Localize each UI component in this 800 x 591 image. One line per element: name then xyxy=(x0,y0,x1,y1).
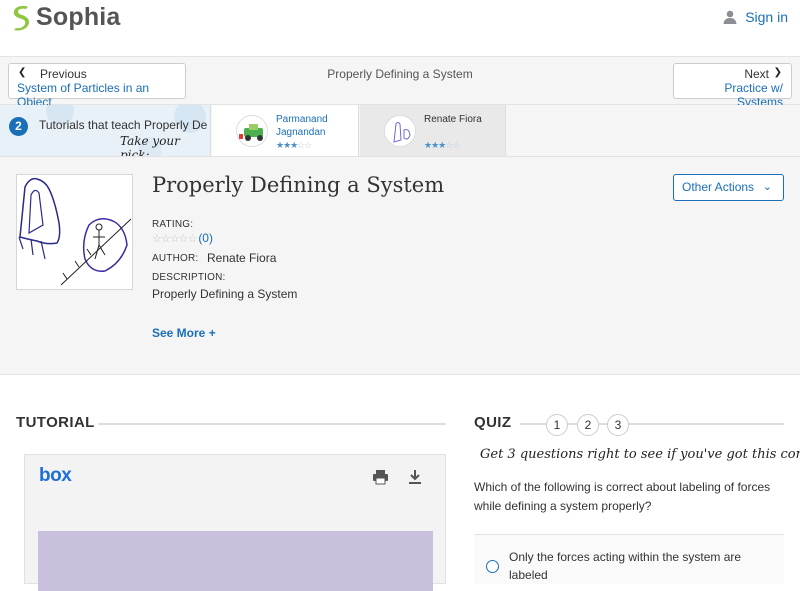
tutorial-count-badge: 2 xyxy=(9,117,28,136)
document-viewer[interactable]: box xyxy=(24,454,446,591)
chevron-down-icon: ⌄ xyxy=(762,181,772,193)
quiz-step-3: 3 xyxy=(607,414,629,436)
description-value: Properly Defining a System xyxy=(152,287,298,301)
section-divider xyxy=(632,423,784,425)
page-title: Properly Defining a System xyxy=(152,173,445,197)
tutorial-card-selected[interactable]: Renate Fiora ★★★☆☆ xyxy=(360,105,506,156)
sign-in-label: Sign in xyxy=(745,9,788,25)
person-icon xyxy=(723,10,737,24)
author-avatar xyxy=(384,115,416,147)
answer-option[interactable]: Only the forces acting within the system… xyxy=(474,534,784,584)
sketch-image xyxy=(18,177,132,286)
sign-in-link[interactable]: Sign in xyxy=(723,9,788,25)
quiz-heading: QUIZ xyxy=(474,414,512,431)
author-name: Parmanand Jagnandan xyxy=(276,114,328,138)
tutorial-header: Properly Defining a System Other Actions… xyxy=(0,157,800,375)
previous-button[interactable]: ❮ Previous System of Particles in an Obj… xyxy=(8,63,186,109)
jeep-icon xyxy=(239,124,263,141)
sophia-logo[interactable]: Sophia xyxy=(10,3,121,32)
author-value: Renate Fiora xyxy=(207,251,277,265)
answer-text: Only the forces acting within the system… xyxy=(509,550,742,582)
tutorial-heading: TUTORIAL xyxy=(16,414,95,431)
section-divider xyxy=(98,423,446,425)
quiz-prompt: Get 3 questions right to see if you've g… xyxy=(480,447,800,462)
other-actions-dropdown[interactable]: Other Actions ⌄ xyxy=(673,174,784,201)
tutorial-thumbnail xyxy=(16,174,133,290)
rating-stars[interactable]: ☆☆☆☆☆ (0) xyxy=(152,231,213,245)
author-avatar xyxy=(236,115,268,147)
quiz-question: Which of the following is correct about … xyxy=(474,480,771,513)
quiz-step-2: 2 xyxy=(577,414,599,436)
sketch-icon xyxy=(393,122,411,143)
tutorial-nav: ❮ Previous System of Particles in an Obj… xyxy=(0,57,800,109)
sophia-logo-icon xyxy=(13,5,29,31)
tutorials-intro: 2 Tutorials that teach Properly De Take … xyxy=(0,105,211,156)
take-your-pick: Take your pick: xyxy=(120,134,180,156)
quiz-step-1: 1 xyxy=(546,414,568,436)
next-button[interactable]: Next ❯ Practice w/ Systems xyxy=(673,63,792,109)
star-rating: ★★★☆☆ xyxy=(424,140,460,150)
chevron-right-icon: ❯ xyxy=(773,67,782,78)
rating-count: (0) xyxy=(198,231,213,245)
tutorials-intro-text: Tutorials that teach Properly De xyxy=(39,118,208,132)
next-label: Next xyxy=(744,67,769,81)
star-rating: ★★★☆☆ xyxy=(276,140,312,150)
answer-radio[interactable] xyxy=(486,560,499,573)
download-icon[interactable] xyxy=(407,469,423,485)
brand-name: Sophia xyxy=(36,3,121,31)
current-tutorial-title: Properly Defining a System xyxy=(327,67,473,81)
box-logo: box xyxy=(39,465,72,486)
previous-label: Previous xyxy=(40,67,87,81)
print-icon[interactable] xyxy=(372,469,389,485)
author-name: Renate Fiora xyxy=(424,114,482,125)
author-label: AUTHOR: xyxy=(152,253,199,264)
chevron-left-icon: ❮ xyxy=(18,67,27,78)
document-page xyxy=(38,531,433,591)
tutorial-card[interactable]: Parmanand Jagnandan ★★★☆☆ xyxy=(212,105,359,156)
see-more-link[interactable]: See More + xyxy=(152,326,216,340)
tutorials-bar: 2 Tutorials that teach Properly De Take … xyxy=(0,105,800,157)
top-bar: Sophia Sign in xyxy=(0,0,800,57)
other-actions-label: Other Actions xyxy=(682,180,755,194)
rating-label: RATING: xyxy=(152,219,194,230)
description-label: DESCRIPTION: xyxy=(152,272,226,283)
